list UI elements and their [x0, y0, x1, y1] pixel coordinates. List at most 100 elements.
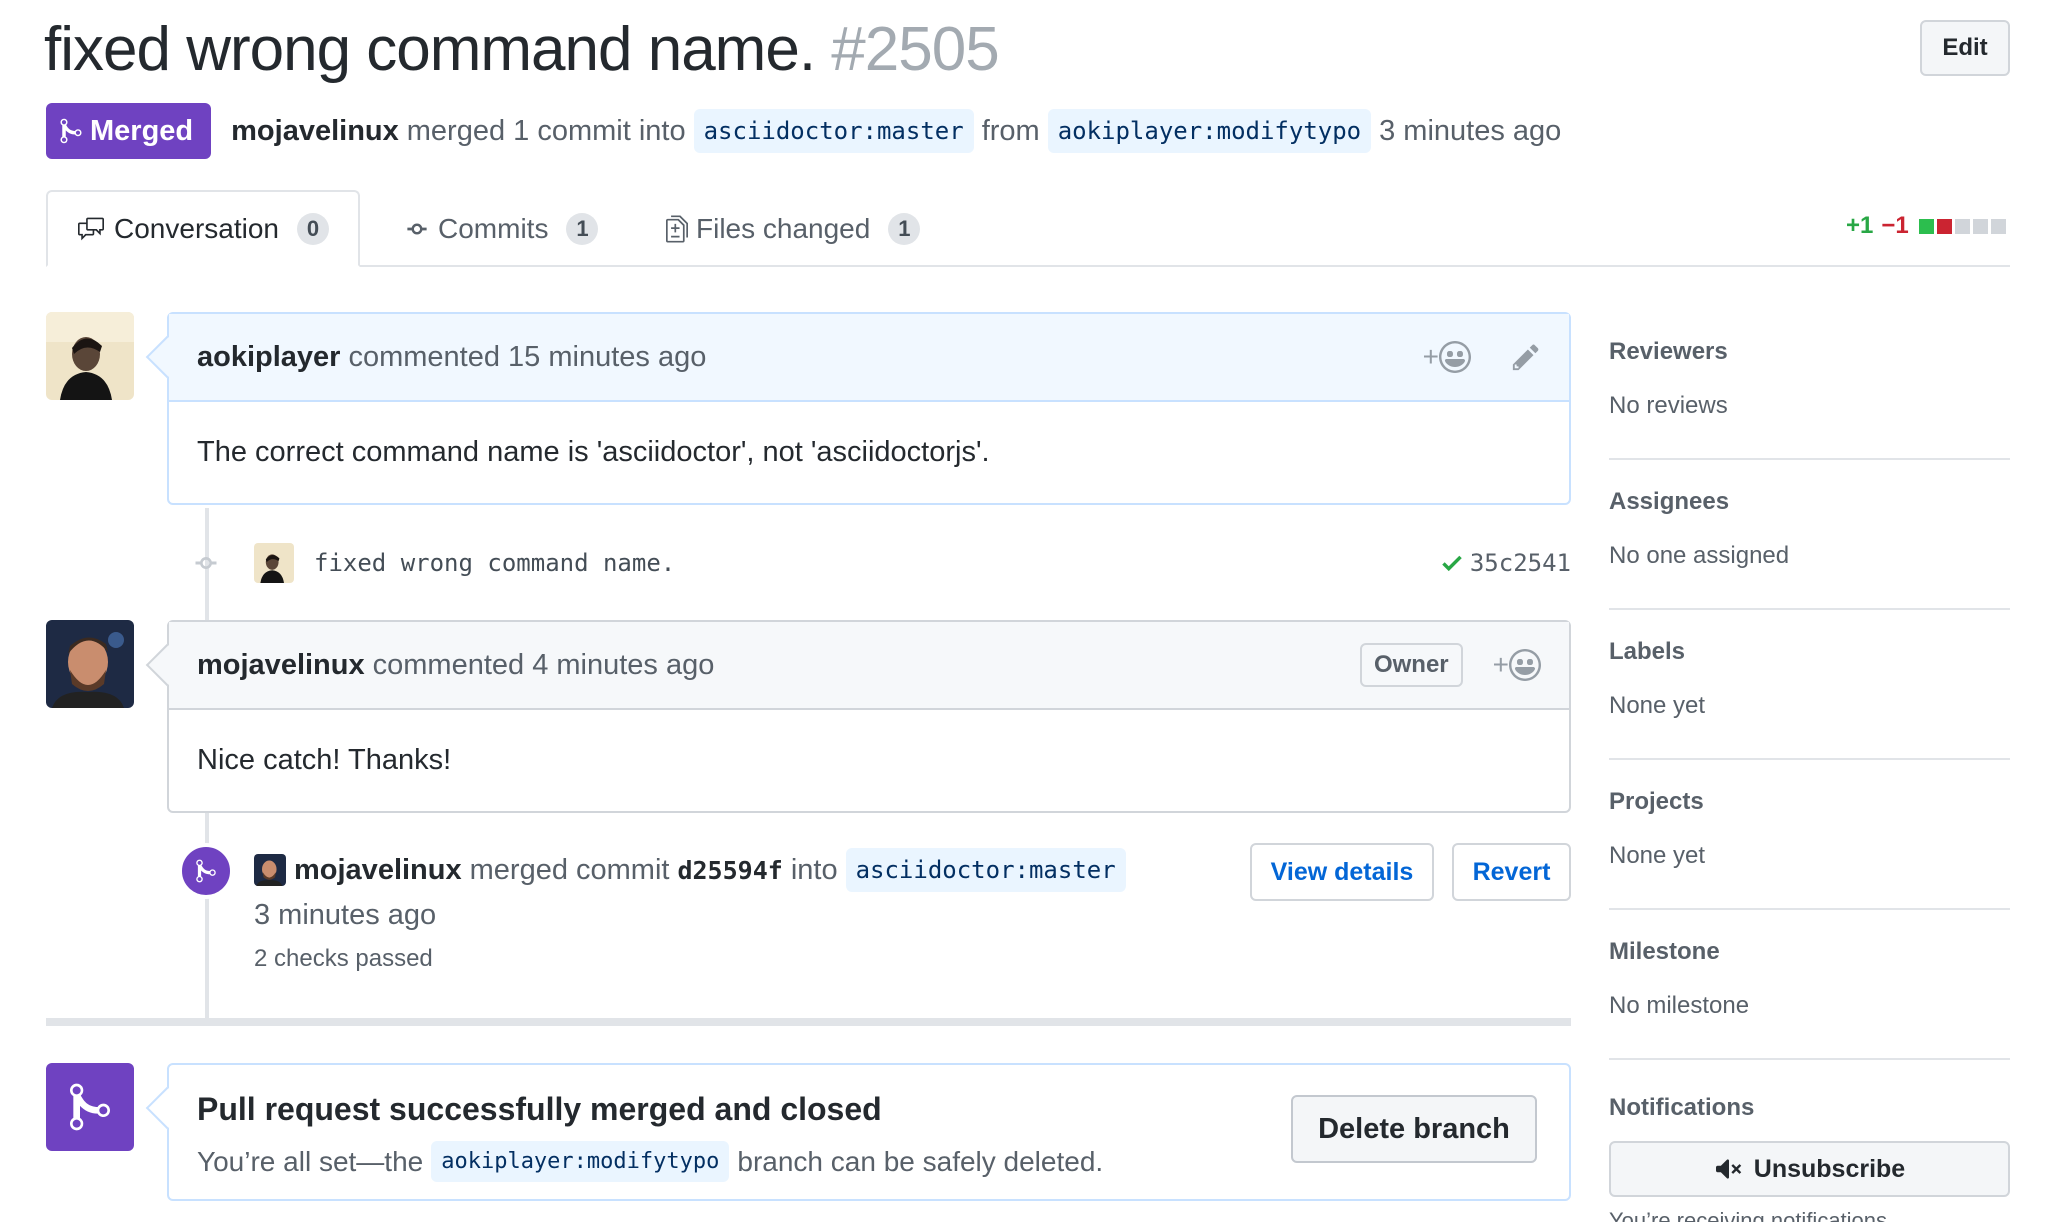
merge-event-badge [178, 843, 234, 899]
sidebar: Reviewers No reviews Assignees No one as… [1609, 310, 2010, 1060]
commit-sha-container: 35c2541 [1440, 549, 1571, 577]
avatar[interactable] [254, 543, 294, 583]
merge-author-link[interactable]: mojavelinux [294, 854, 462, 887]
pr-title: fixed wrong command name. #2505 [44, 14, 1000, 85]
sidebar-section-labels: Labels None yet [1609, 610, 2010, 760]
comment-header: aokiplayer commented 15 minutes ago + [169, 314, 1569, 402]
sidebar-heading-reviewers[interactable]: Reviewers [1609, 338, 1728, 366]
delete-branch-button[interactable]: Delete branch [1291, 1095, 1537, 1163]
tab-files-changed[interactable]: Files changed 1 [666, 190, 921, 267]
tab-conversation-label: Conversation [114, 212, 279, 244]
diffstat-block-del [1936, 218, 1952, 234]
tab-files-changed-label: Files changed [696, 212, 871, 244]
merge-event-time: 3 minutes ago [254, 899, 437, 931]
git-merge-icon [196, 859, 216, 883]
comment-author-link[interactable]: aokiplayer [197, 341, 340, 374]
deletable-branch-label[interactable]: aokiplayer:modifytypo [431, 1141, 730, 1182]
merged-notice-suffix: branch can be safely deleted. [737, 1145, 1104, 1177]
comment-meta: commented 4 minutes ago [372, 648, 715, 681]
diffstat: +1 −1 [1846, 212, 2009, 240]
head-branch-label[interactable]: aokiplayer:modifytypo [1047, 109, 1372, 153]
user-avatar-image [46, 312, 134, 400]
pr-number: #2505 [831, 15, 999, 84]
sidebar-heading-labels[interactable]: Labels [1609, 638, 1685, 666]
sidebar-value-projects: None yet [1609, 842, 1706, 869]
comment-discussion-icon [78, 217, 104, 240]
sidebar-section-reviewers: Reviewers No reviews [1609, 310, 2010, 460]
merge-target-branch[interactable]: asciidoctor:master [845, 848, 1126, 892]
smiley-icon[interactable] [1509, 649, 1541, 681]
comment-body: Nice catch! Thanks! [197, 744, 452, 776]
pr-meta: Merged mojavelinux merged 1 commit into … [46, 103, 1561, 159]
base-branch-label[interactable]: asciidoctor:master [693, 109, 974, 153]
pr-title-text: fixed wrong command name. [44, 15, 816, 84]
pr-author-link[interactable]: mojavelinux [231, 115, 399, 148]
notifications-note: You’re receiving notifications [1609, 1208, 1888, 1222]
diffstat-block-neutral [1954, 218, 1970, 234]
merge-commit-sha-link[interactable]: d25594f [677, 856, 782, 885]
merged-state-badge [46, 1063, 134, 1151]
from-text: from [981, 114, 1040, 147]
tab-commits-label: Commits [438, 212, 549, 244]
diffstat-additions: +1 [1846, 212, 1874, 239]
merge-text: merged 1 commit into [406, 114, 686, 147]
sidebar-section-milestone: Milestone No milestone [1609, 910, 2010, 1060]
comment-header: mojavelinux commented 4 minutes ago Owne… [169, 622, 1569, 710]
diffstat-deletions: −1 [1881, 212, 1909, 239]
user-avatar-image [254, 854, 286, 886]
pencil-icon[interactable] [1511, 342, 1541, 372]
merged-notice-title: Pull request successfully merged and clo… [197, 1091, 882, 1127]
tab-commits[interactable]: Commits 1 [404, 190, 599, 267]
avatar[interactable] [254, 854, 286, 886]
notice-caret [145, 1086, 189, 1130]
tab-files-changed-count: 1 [888, 212, 921, 245]
comment-card: mojavelinux commented 4 minutes ago Owne… [145, 620, 1571, 813]
merge-event-into: into [790, 853, 838, 886]
add-reaction-plus: + [1422, 341, 1439, 372]
sidebar-heading-notifications: Notifications [1609, 1094, 1755, 1121]
merged-notice-box: Pull request successfully merged and clo… [145, 1063, 1571, 1201]
git-commit-icon [407, 223, 427, 234]
check-icon[interactable] [1440, 550, 1464, 576]
diffstat-block-add [1918, 218, 1934, 234]
view-details-button[interactable]: View details [1250, 843, 1434, 901]
diffstat-block-neutral [1972, 218, 1988, 234]
sidebar-heading-projects[interactable]: Projects [1609, 788, 1704, 816]
sidebar-section-assignees: Assignees No one assigned [1609, 460, 2010, 610]
comment-card: aokiplayer commented 15 minutes ago + Th… [145, 312, 1571, 505]
commit-row: fixed wrong command name. 35c2541 [186, 538, 1571, 588]
sidebar-value-milestone: No milestone [1609, 992, 1750, 1019]
user-avatar-image [254, 543, 294, 583]
sidebar-heading-milestone[interactable]: Milestone [1609, 938, 1720, 966]
tab-conversation-count: 0 [296, 212, 329, 245]
edit-button[interactable]: Edit [1920, 20, 2010, 76]
git-commit-icon [195, 557, 217, 569]
revert-button[interactable]: Revert [1452, 843, 1571, 901]
comment-actions: + [1423, 341, 1541, 373]
sidebar-value-labels: None yet [1609, 692, 1706, 719]
smiley-icon[interactable] [1439, 341, 1471, 373]
unsubscribe-button[interactable]: Unsubscribe [1609, 1141, 2010, 1197]
add-reaction-plus: + [1492, 649, 1509, 680]
git-merge-icon [70, 1083, 110, 1131]
user-avatar-image [46, 620, 134, 708]
avatar[interactable] [46, 620, 134, 708]
merge-checks-status[interactable]: 2 checks passed [254, 945, 433, 973]
tab-commits-count: 1 [566, 212, 599, 245]
sidebar-heading-assignees[interactable]: Assignees [1609, 488, 1729, 516]
timeline-end-divider [46, 1018, 1571, 1026]
commit-message-link[interactable]: fixed wrong command name. [314, 549, 675, 577]
comment-meta: commented 15 minutes ago [348, 340, 707, 373]
sidebar-value-reviewers: No reviews [1609, 392, 1728, 419]
comment-author-link[interactable]: mojavelinux [197, 649, 365, 682]
mute-icon [1715, 1159, 1742, 1179]
merged-status-badge: Merged [46, 103, 212, 159]
commit-sha-link[interactable]: 35c2541 [1470, 549, 1571, 577]
merged-status-label: Merged [90, 114, 194, 147]
file-diff-icon [666, 214, 688, 243]
merged-notice-subtitle: You’re all set—the aokiplayer:modifytypo… [197, 1141, 1103, 1182]
avatar[interactable] [46, 312, 134, 400]
sidebar-section-projects: Projects None yet [1609, 760, 2010, 910]
comment-actions: Owner + [1359, 643, 1541, 687]
tab-conversation[interactable]: Conversation 0 [46, 190, 360, 267]
